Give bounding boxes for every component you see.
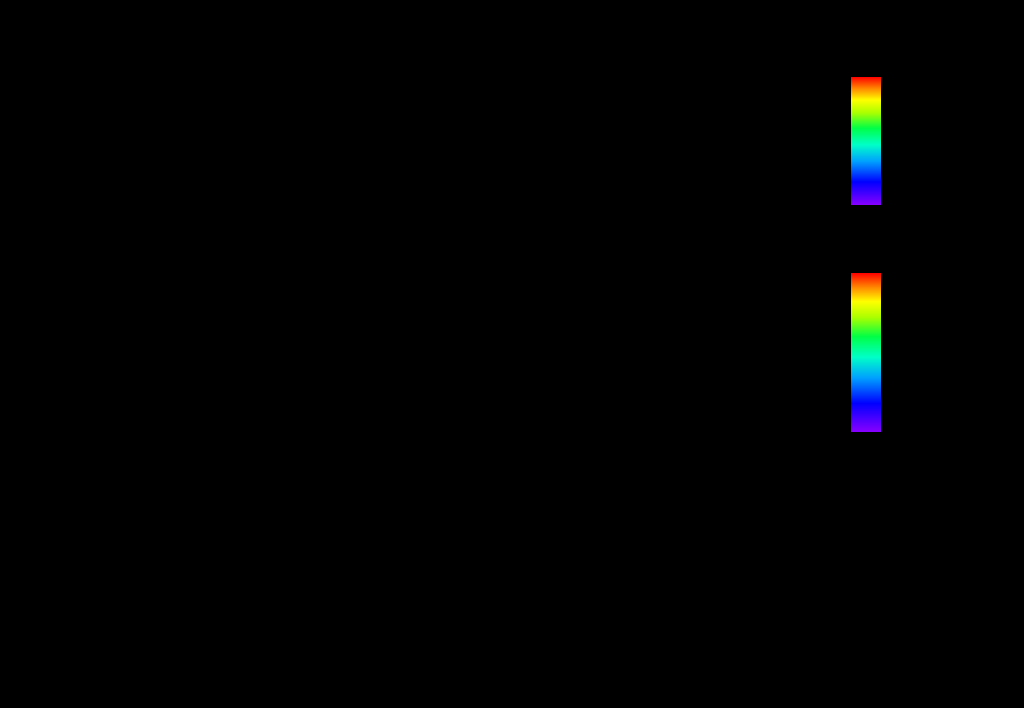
quality-y-axis-label	[46, 490, 90, 690]
quality-distance-canvas	[210, 500, 831, 679]
science-plot-screen	[0, 0, 1024, 708]
def-colorbar-gradient	[851, 77, 881, 205]
spectrogram-canvas	[210, 68, 831, 219]
spectrogram-y-axis-label	[44, 43, 88, 243]
pitch-angle-canvas	[210, 255, 831, 449]
def-colorbar	[851, 77, 881, 205]
deg-colorbar-gradient	[851, 273, 881, 432]
distance-y-axis-label	[946, 476, 990, 706]
deg-colorbar	[851, 273, 881, 432]
